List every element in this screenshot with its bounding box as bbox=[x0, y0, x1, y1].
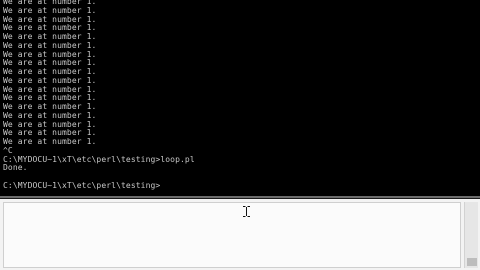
console-line: We are at number 1. bbox=[3, 137, 97, 146]
editor-pane bbox=[0, 198, 480, 270]
scrollbar-thumb[interactable] bbox=[467, 258, 477, 266]
console-line: Done. bbox=[3, 163, 28, 173]
vertical-scrollbar[interactable] bbox=[464, 202, 478, 268]
console-line: C:\MYDOCU~1\xT\etc\perl\testing> bbox=[3, 180, 161, 190]
text-area[interactable] bbox=[3, 202, 461, 268]
console-line: C:\MYDOCU~1\xT\etc\perl\testing>loop.pl bbox=[3, 154, 195, 164]
text-cursor-icon bbox=[243, 206, 250, 217]
console-output: We are at number 1. We are at number 1. We… bbox=[3, 0, 195, 191]
console-window[interactable]: We are at number 1. We are at number 1. We… bbox=[0, 0, 480, 196]
